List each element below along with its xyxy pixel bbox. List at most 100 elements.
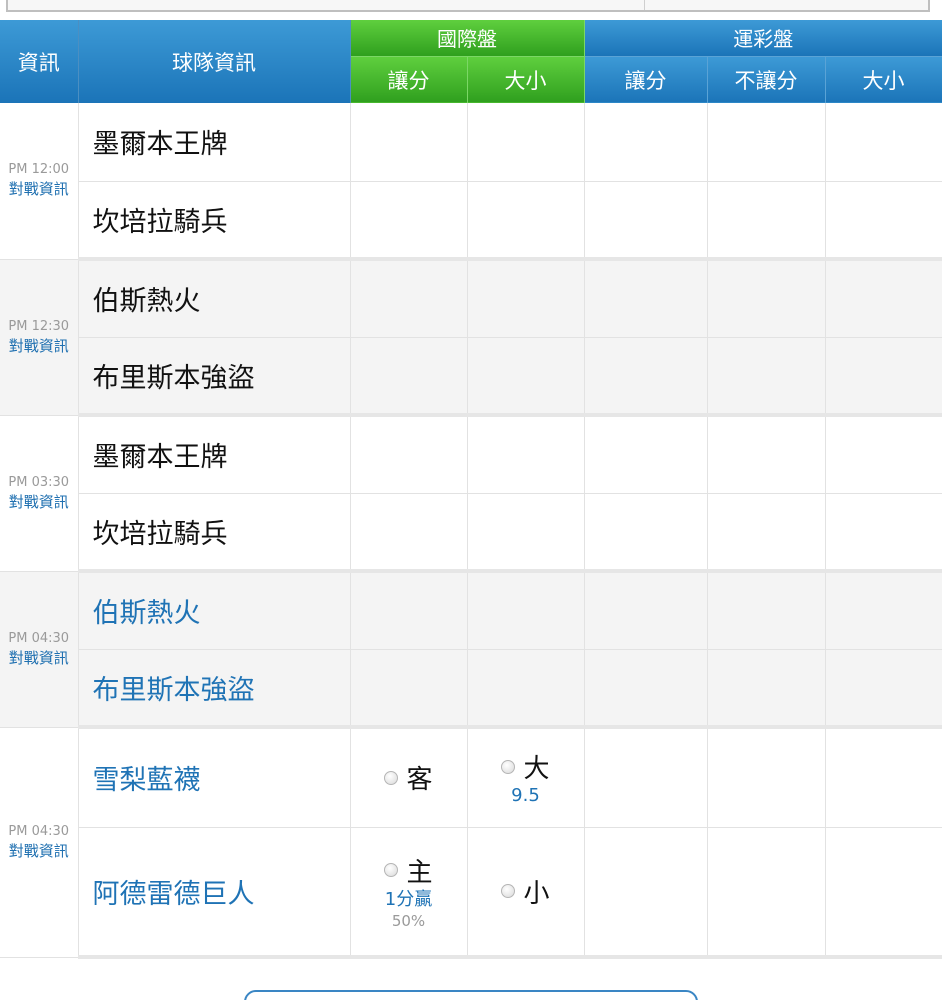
odds-cell [467, 259, 585, 338]
team-away: 伯斯熱火 [78, 259, 351, 338]
odds-cell [467, 181, 585, 261]
game-info-cell: PM 12:00 對戰資訊 [0, 103, 79, 260]
matchup-info-link[interactable]: 對戰資訊 [0, 179, 78, 199]
odds-cell [467, 649, 585, 729]
odds-cell [350, 103, 468, 182]
odds-table: 資訊 球隊資訊 國際盤 運彩盤 讓分 大小 讓分 不讓分 大小 PM 12:00… [0, 20, 942, 959]
odds-cell [707, 727, 826, 828]
game-info-cell: PM 03:30 對戰資訊 [0, 415, 79, 572]
team-away: 墨爾本王牌 [78, 415, 351, 494]
odds-cell [825, 727, 942, 828]
game-time: PM 12:00 [8, 162, 70, 178]
team-home-link[interactable]: 阿德雷德巨人 [78, 827, 351, 959]
game-info-cell: PM 12:30 對戰資訊 [0, 259, 79, 416]
odds-cell [584, 181, 708, 261]
odds-cell [707, 649, 826, 729]
bet-under[interactable]: 小 [467, 827, 585, 959]
header-lottery-group: 運彩盤 [584, 20, 942, 57]
under-label: 小 [523, 878, 550, 909]
odds-cell [467, 571, 585, 650]
odds-cell [707, 259, 826, 338]
matchup-info-link[interactable]: 對戰資訊 [0, 492, 78, 512]
odds-cell [584, 259, 708, 338]
header-lot-handicap: 讓分 [584, 56, 708, 103]
odds-cell [350, 415, 468, 494]
game-row-home: 布里斯本強盜 [0, 649, 942, 729]
game-row-home: 布里斯本強盜 [0, 337, 942, 417]
team-away: 墨爾本王牌 [78, 103, 351, 182]
game-row-home: 阿德雷德巨人 主 1分贏 50% 小 [0, 827, 942, 959]
odds-cell [707, 103, 826, 182]
bet-home-handicap[interactable]: 主 1分贏 50% [350, 827, 468, 959]
bet-over[interactable]: 大 9.5 [467, 727, 585, 828]
team-away-link[interactable]: 伯斯熱火 [78, 571, 351, 650]
game-time: PM 04:30 [8, 823, 70, 839]
game-row-home: 坎培拉騎兵 [0, 493, 942, 573]
header-intl-total: 大小 [467, 56, 585, 103]
game-row-away: PM 12:00 對戰資訊 墨爾本王牌 [0, 103, 942, 260]
game-row-away: PM 12:30 對戰資訊 伯斯熱火 [0, 259, 942, 416]
odds-cell [707, 337, 826, 417]
radio-icon[interactable] [501, 759, 516, 774]
odds-cell [825, 103, 942, 182]
game-row-away: PM 04:30 對戰資訊 雪梨藍襪 客 大 9.5 [0, 727, 942, 958]
odds-cell [584, 571, 708, 650]
radio-icon[interactable] [384, 863, 399, 878]
submit-button[interactable] [244, 990, 698, 1000]
radio-icon[interactable] [384, 770, 399, 785]
odds-cell [467, 415, 585, 494]
over-label: 大 [523, 754, 550, 785]
odds-cell [825, 493, 942, 573]
odds-cell [707, 571, 826, 650]
game-info-cell: PM 04:30 對戰資訊 [0, 571, 79, 728]
odds-cell [825, 571, 942, 650]
top-strip [0, 0, 942, 20]
header-lot-total: 大小 [825, 56, 942, 103]
odds-cell [584, 337, 708, 417]
odds-cell [467, 337, 585, 417]
odds-cell [350, 259, 468, 338]
handicap-line: 1分贏 [384, 888, 433, 910]
home-handicap-label: 主 [406, 857, 433, 888]
handicap-percent: 50% [391, 911, 426, 930]
odds-cell [584, 415, 708, 494]
bet-away-handicap[interactable]: 客 [350, 727, 468, 828]
game-time: PM 12:30 [8, 318, 70, 334]
filter-divider [644, 0, 645, 10]
game-row-home: 坎培拉騎兵 [0, 181, 942, 261]
team-home: 布里斯本強盜 [78, 337, 351, 417]
odds-cell [825, 649, 942, 729]
game-info-cell: PM 04:30 對戰資訊 [0, 727, 79, 958]
matchup-info-link[interactable]: 對戰資訊 [0, 648, 78, 668]
odds-cell [350, 649, 468, 729]
odds-cell [825, 827, 942, 959]
odds-cell [825, 415, 942, 494]
header-lot-no-handicap: 不讓分 [707, 56, 826, 103]
odds-cell [584, 727, 708, 828]
odds-cell [350, 337, 468, 417]
odds-cell [707, 415, 826, 494]
odds-cell [825, 259, 942, 338]
odds-cell [584, 827, 708, 959]
odds-cell [707, 493, 826, 573]
odds-cell [707, 827, 826, 959]
odds-cell [584, 103, 708, 182]
odds-cell [707, 181, 826, 261]
matchup-info-link[interactable]: 對戰資訊 [0, 841, 78, 861]
odds-cell [467, 103, 585, 182]
filter-box [6, 0, 930, 12]
team-home-link[interactable]: 布里斯本強盜 [78, 649, 351, 729]
total-line: 9.5 [511, 785, 540, 807]
game-time: PM 03:30 [8, 474, 70, 490]
game-row-away: PM 04:30 對戰資訊 伯斯熱火 [0, 571, 942, 728]
game-time: PM 04:30 [8, 630, 70, 646]
odds-cell [350, 571, 468, 650]
team-home: 坎培拉騎兵 [78, 181, 351, 261]
team-away-link[interactable]: 雪梨藍襪 [78, 727, 351, 828]
odds-cell [584, 493, 708, 573]
header-intl-group: 國際盤 [350, 20, 585, 57]
odds-cell [825, 337, 942, 417]
radio-icon[interactable] [501, 884, 516, 899]
away-handicap-label: 客 [406, 765, 433, 796]
matchup-info-link[interactable]: 對戰資訊 [0, 336, 78, 356]
